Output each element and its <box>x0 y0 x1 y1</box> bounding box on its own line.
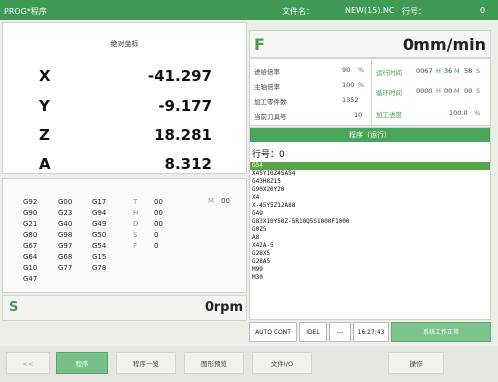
file-name: NEW(15).NC <box>345 6 395 15</box>
modal-column-3: G17 G94 G49 G50 G54 G15 G78 <box>92 198 107 272</box>
spindle-unit: rpm <box>213 300 243 315</box>
tool-values: 00 00 00 0 0 <box>154 198 163 250</box>
program-line-13: G28A5 <box>252 258 271 265</box>
a-axis-label: A <box>39 155 51 173</box>
run-time-s-unit: S <box>476 67 481 75</box>
feed-rate-unit: % <box>358 66 365 74</box>
modal-codes-panel: G92 G90 G21 G80 G67 G64 G10 G47 G00 G23 G40 G98 G97… <box>2 178 247 293</box>
run-time-minutes: 36 <box>444 67 453 75</box>
y-axis-label: Y <box>39 97 50 115</box>
program-line-3: G43H8Z15 <box>252 178 281 185</box>
program-line-11: X42A-5 <box>252 242 274 249</box>
line-label: 行号： <box>402 7 426 16</box>
run-time-m-unit: M <box>454 67 460 75</box>
feed-rate-panel: F 0 mm/min <box>249 30 491 58</box>
run-time-hours: 0067 <box>416 67 433 75</box>
m-code-value: 00 <box>221 197 230 205</box>
parts-count-value: 1352 <box>342 96 359 104</box>
program-panel: 程序（运行） 行号：0 G54 X45Y10Z45A54 G43H8Z15 G9… <box>249 127 491 320</box>
program-line-7: G49 <box>252 210 263 217</box>
progress-unit: % <box>474 109 481 117</box>
program-header: 程序（运行） <box>250 128 490 142</box>
system-message: 系统工作正常 <box>391 322 491 342</box>
file-io-tab[interactable]: 文件I/O <box>252 352 312 374</box>
run-time-label: 运行时间 <box>376 69 402 77</box>
machine-state: IDEL <box>299 322 327 342</box>
program-line-12: G28X5 <box>252 250 271 257</box>
program-line-2: X45Y10Z45A54 <box>252 170 296 177</box>
program-tab[interactable]: 程序 <box>56 352 108 374</box>
cycle-time-minutes: 00 <box>444 87 453 95</box>
bottom-menu: << 程序 程序一览 图形预览 文件I/O 操作 <box>0 346 498 382</box>
status-bar: AUTO CONT IDEL --- 16:27:43 系统工作正常 <box>249 322 491 344</box>
graphic-preview-tab[interactable]: 图形预览 <box>184 352 244 374</box>
modal-column-2: G00 G23 G40 G98 G97 G68 G77 <box>58 198 73 272</box>
x-axis-label: X <box>39 67 51 85</box>
z-axis-value: 18.281 <box>154 126 212 144</box>
program-list-tab[interactable]: 程序一览 <box>116 352 176 374</box>
cycle-time-s-unit: S <box>476 87 481 95</box>
cycle-time-h-unit: H <box>436 87 441 95</box>
line-value: 0 <box>480 6 486 15</box>
window-title: PROG*程序 <box>4 7 47 16</box>
back-button[interactable]: << <box>6 352 50 374</box>
absolute-coordinates-panel: 绝对坐标 X -41.297 Y -9.177 Z 18.281 A 8.312 <box>2 22 247 174</box>
tool-letters: THDSF <box>133 198 139 250</box>
program-line-1: G54 <box>252 162 263 169</box>
program-line-4: G90X20Y20 <box>252 186 285 193</box>
cycle-time-seconds: 00 <box>464 87 473 95</box>
progress-value: 100.0 <box>449 109 468 117</box>
feed-label: F <box>254 35 265 54</box>
coordinates-header: 绝对坐标 <box>110 40 139 48</box>
feed-unit: mm/min <box>413 35 486 54</box>
tool-number-label: 当前刀具号 <box>254 113 287 121</box>
modal-column-1: G92 G90 G21 G80 G67 G64 G10 G47 <box>23 198 38 283</box>
spindle-speed-panel: S 0 rpm <box>2 295 247 321</box>
program-line-6: X-45Y5Z12A88 <box>252 202 296 209</box>
run-time-h-unit: H <box>436 67 441 75</box>
program-line-14: M99 <box>252 266 263 273</box>
program-line-15: M30 <box>252 274 263 281</box>
program-line-9: G0Z5 <box>252 226 267 233</box>
top-bar: PROG*程序 文件名： NEW(15).NC 行号： 0 <box>0 0 498 20</box>
m-code-label: M <box>208 197 215 205</box>
a-axis-value: 8.312 <box>164 155 212 173</box>
file-label: 文件名： <box>282 7 314 16</box>
y-axis-value: -9.177 <box>158 97 212 115</box>
program-line-8: G83X10Y50Z-5R10Q5S1000F1000 <box>252 218 350 225</box>
mode-status: AUTO CONT <box>249 322 297 342</box>
program-line-10: A8 <box>252 234 260 241</box>
progress-label: 加工进度 <box>376 111 402 119</box>
cycle-time-label: 循环时间 <box>376 89 402 97</box>
tool-number-value: 10 <box>354 111 363 119</box>
cycle-time-m-unit: M <box>454 87 460 95</box>
program-line-5: X4 <box>252 194 260 201</box>
current-line-highlight <box>250 162 490 170</box>
spindle-rate-unit: % <box>358 81 365 89</box>
spindle-value: 0 <box>204 300 214 315</box>
spindle-label: S <box>9 300 19 315</box>
program-line-number: 行号：0 <box>252 150 285 160</box>
run-time-seconds: 58 <box>464 67 473 75</box>
status-dash: --- <box>329 322 351 342</box>
parts-count-label: 加工零件数 <box>254 98 287 106</box>
x-axis-value: -41.297 <box>147 67 212 85</box>
status-time: 16:27:43 <box>353 322 389 342</box>
cycle-time-hours: 0000 <box>416 87 433 95</box>
spindle-rate-label: 主轴倍率 <box>254 83 280 91</box>
machine-stats-panel: 进给倍率 90 % 主轴倍率 100 % 加工零件数 1352 当前刀具号 10… <box>249 58 491 127</box>
feed-rate-label: 进给倍率 <box>254 68 280 76</box>
operation-button[interactable]: 操作 <box>388 352 444 374</box>
z-axis-label: Z <box>39 126 50 144</box>
spindle-rate-value: 100 <box>342 81 355 89</box>
feed-rate-value: 90 <box>342 66 351 74</box>
